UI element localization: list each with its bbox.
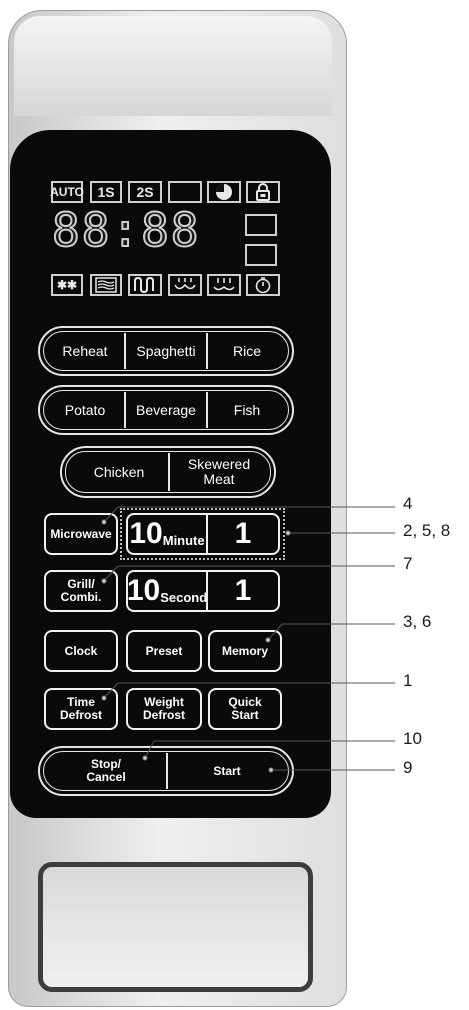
callout-label: 1 <box>403 671 413 690</box>
callout-label: 3, 6 <box>403 612 432 631</box>
callout-label: 2, 5, 8 <box>403 521 451 540</box>
callout-label: 7 <box>403 554 413 573</box>
callout-label: 4 <box>403 494 413 513</box>
callout-lines <box>101 506 395 773</box>
callout-label: 10 <box>403 729 422 748</box>
callout-label: 9 <box>403 758 413 777</box>
